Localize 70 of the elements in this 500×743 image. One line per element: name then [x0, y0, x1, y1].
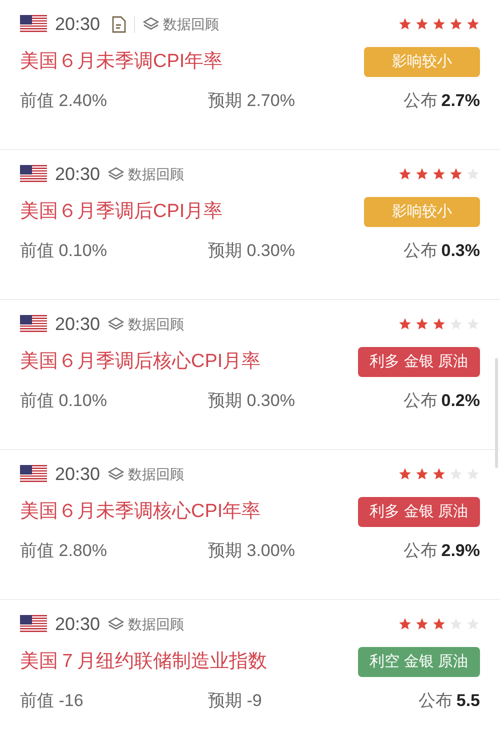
forecast-value: 预期 0.30% [208, 390, 295, 412]
flag-icon [20, 465, 47, 483]
star-icon [449, 167, 463, 181]
forecast-value: 预期 -9 [208, 690, 262, 712]
impact-tag: 影响较小 [364, 197, 480, 227]
event-title: 美国６月季调后核心CPI月率 [20, 350, 261, 374]
flag-icon [20, 615, 47, 633]
star-icon [398, 617, 412, 631]
previous-value: 前值 -16 [20, 690, 84, 712]
previous-value: 前值 2.80% [20, 540, 108, 562]
actual-value: 2.9% [441, 540, 480, 562]
event-time: 20:30 [55, 312, 100, 336]
layers-icon [143, 17, 160, 31]
star-icon [415, 467, 429, 481]
event-time: 20:30 [55, 612, 100, 636]
actual-value: 5.5 [456, 690, 480, 712]
scrollbar[interactable] [495, 358, 498, 468]
flag-icon [20, 165, 47, 183]
star-icon [432, 167, 446, 181]
actual-value: 0.2% [441, 390, 480, 412]
star-icon [398, 17, 412, 31]
forecast-value: 预期 2.70% [208, 90, 295, 112]
star-icon [432, 617, 446, 631]
impact-tag: 利多 金银 原油 [358, 497, 480, 527]
forecast-value: 预期 3.00% [208, 540, 295, 562]
actual-label: 公布 [418, 690, 452, 712]
flag-icon [20, 15, 47, 33]
event-title: 美国６月未季调CPI年率 [20, 50, 223, 74]
star-icon [415, 617, 429, 631]
data-review-link[interactable]: 数据回顾 [163, 14, 220, 34]
event-title: 美国６月季调后CPI月率 [20, 200, 223, 224]
data-review-link[interactable]: 数据回顾 [128, 464, 184, 484]
star-icon [398, 317, 412, 331]
actual-label: 公布 [403, 240, 438, 262]
event-time: 20:30 [55, 12, 100, 36]
previous-value: 前值 0.10% [20, 390, 108, 412]
previous-value: 前值 2.40% [20, 90, 108, 112]
actual-value: 2.7% [441, 90, 480, 112]
star-icon [398, 467, 412, 481]
star-icon [415, 317, 429, 331]
star-icon [398, 167, 412, 181]
forecast-value: 预期 0.30% [208, 240, 295, 262]
previous-value: 前值 0.10% [20, 240, 108, 262]
event-title: 美国７月纽约联储制造业指数 [20, 650, 267, 674]
flag-icon [20, 315, 47, 333]
document-icon[interactable] [112, 16, 126, 32]
impact-tag: 利多 金银 原油 [358, 347, 480, 377]
actual-value: 0.3% [441, 240, 480, 262]
data-review-link[interactable]: 数据回顾 [128, 314, 184, 334]
star-icon [432, 467, 446, 481]
impact-tag: 利空 金银 原油 [358, 647, 480, 677]
actual-label: 公布 [403, 90, 438, 112]
data-review-link[interactable]: 数据回顾 [128, 614, 184, 634]
star-icon [466, 17, 480, 31]
layers-icon [108, 467, 124, 481]
impact-tag: 影响较小 [364, 47, 480, 77]
star-icon [432, 317, 446, 331]
star-icon [415, 167, 429, 181]
data-review-link[interactable]: 数据回顾 [128, 164, 184, 184]
star-icon [449, 17, 463, 31]
event-title: 美国６月未季调核心CPI年率 [20, 500, 261, 524]
event-time: 20:30 [55, 462, 100, 486]
layers-icon [108, 167, 124, 181]
actual-label: 公布 [403, 390, 438, 412]
layers-icon [108, 617, 124, 631]
layers-icon [108, 317, 124, 331]
star-icon [415, 17, 429, 31]
event-time: 20:30 [55, 162, 100, 186]
star-icon [432, 17, 446, 31]
actual-label: 公布 [403, 540, 438, 562]
